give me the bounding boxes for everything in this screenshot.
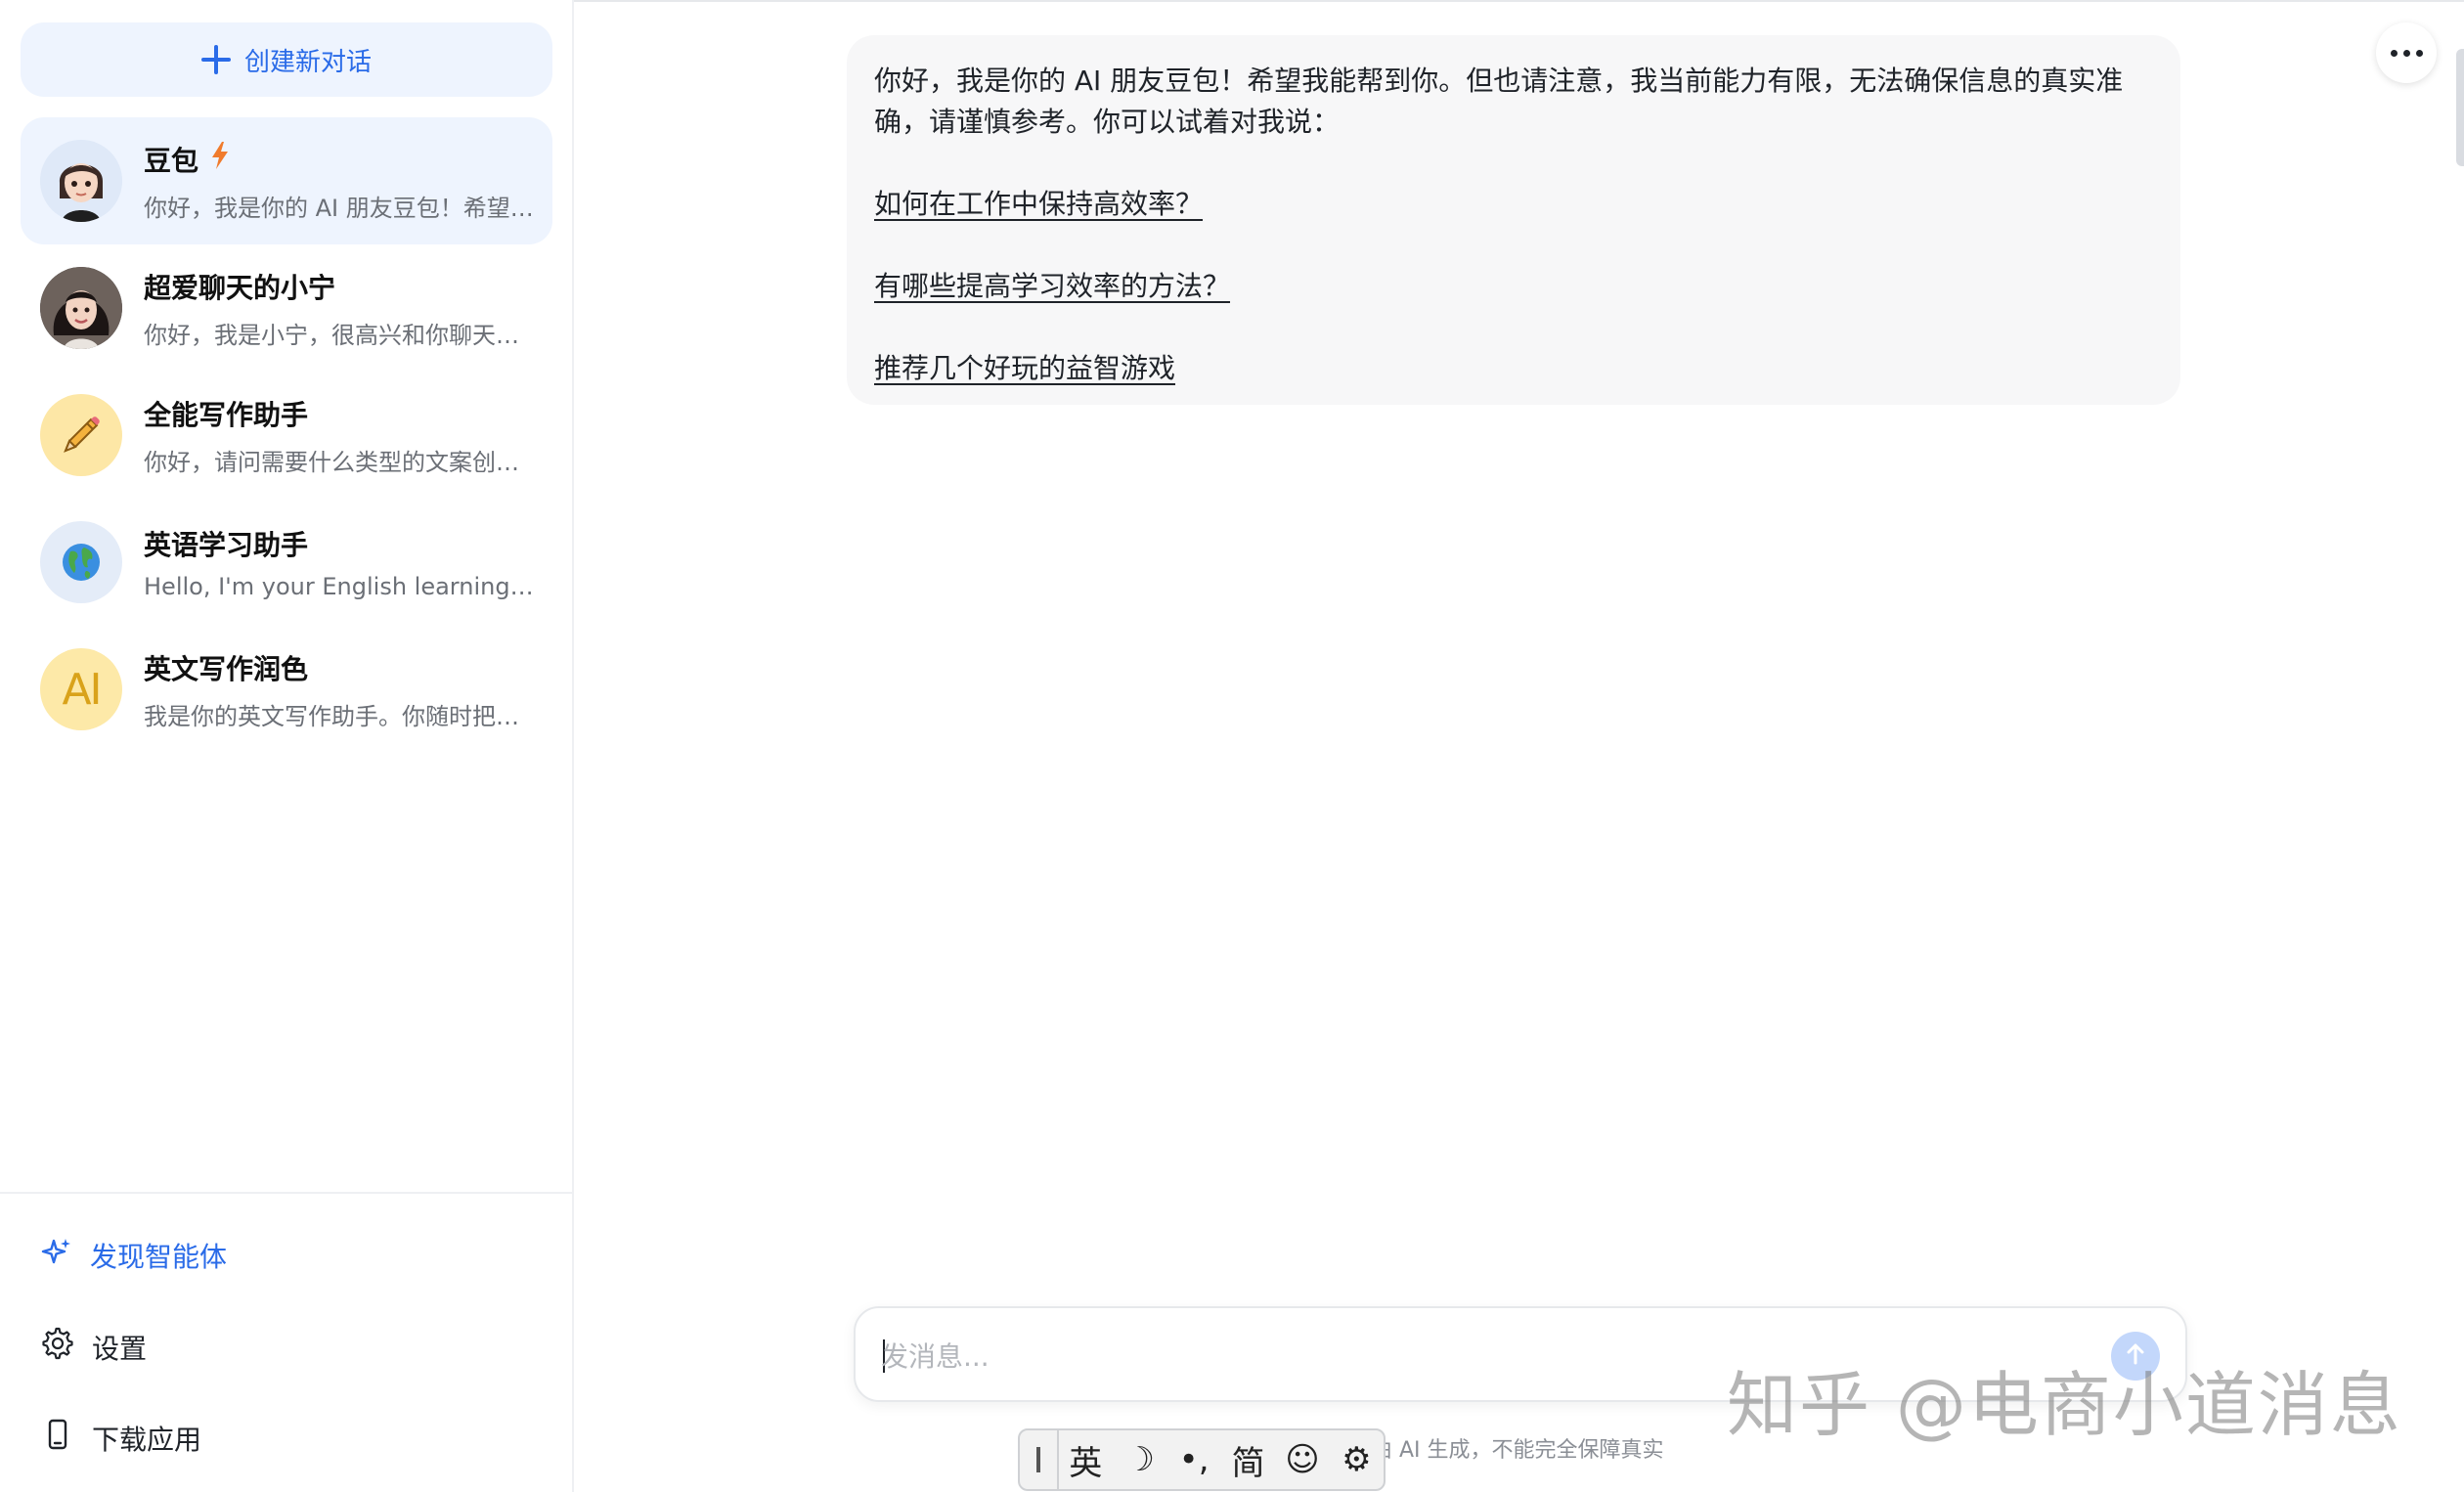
ime-simplified-toggle[interactable]: 简	[1221, 1430, 1275, 1489]
ai-disclaimer: 容由 AI 生成，不能完全保障真实	[1349, 1438, 1664, 1463]
punctuation-icon[interactable]: •,	[1166, 1430, 1220, 1489]
more-dot-icon	[2415, 49, 2423, 57]
ai-text-icon-label: AI	[62, 664, 102, 715]
conversation-preview: 你好，我是小宁，很高兴和你聊天…	[144, 321, 519, 349]
settings-label: 设置	[92, 1332, 148, 1365]
xiaoning-avatar	[40, 267, 122, 349]
download-app-label: 下载应用	[92, 1423, 202, 1456]
conversation-title: 英语学习助手	[144, 529, 309, 561]
assistant-message: 你好，我是你的 AI 朋友豆包！希望我能帮到你。但也请注意，我当前能力有限，无法…	[847, 35, 2180, 405]
conversation-item-doubao[interactable]: 豆包 你好，我是你的 AI 朋友豆包！希望…	[21, 117, 552, 244]
conversation-preview: Hello, I'm your English learning ass…	[144, 573, 535, 600]
plus-icon	[200, 45, 231, 74]
side-panel-handle[interactable]	[2456, 49, 2464, 166]
conversation-title: 全能写作助手	[144, 398, 309, 431]
settings-link[interactable]: 设置	[41, 1327, 147, 1367]
more-options-button[interactable]	[2376, 22, 2437, 83]
conversation-item-writing-assistant[interactable]: 全能写作助手 你好，请问需要什么类型的文案创…	[21, 372, 552, 499]
pencil-icon	[40, 394, 122, 476]
conversation-title: 超爱聊天的小宁	[144, 271, 336, 304]
lightning-icon	[210, 142, 230, 176]
globe-icon	[40, 521, 122, 603]
sidebar-divider	[0, 1192, 574, 1194]
new-chat-label: 创建新对话	[243, 47, 372, 77]
sparkle-icon	[41, 1237, 72, 1275]
new-chat-button[interactable]: 创建新对话	[21, 22, 552, 97]
ai-text-icon: AI	[40, 648, 122, 730]
emoji-icon[interactable]: ☺	[1275, 1430, 1329, 1489]
ime-english-toggle[interactable]: 英	[1059, 1430, 1113, 1489]
suggestion-link[interactable]: 有哪些提高学习效率的方法？	[874, 266, 2153, 307]
ime-drag-handle[interactable]	[1020, 1430, 1059, 1489]
conversation-preview: 你好，请问需要什么类型的文案创…	[144, 448, 519, 476]
conversation-item-xiaoning[interactable]: 超爱聊天的小宁 你好，我是小宁，很高兴和你聊天…	[21, 244, 552, 372]
doubao-avatar	[40, 140, 122, 222]
conversation-item-english-assistant[interactable]: 英语学习助手 Hello, I'm your English learning …	[21, 499, 552, 626]
watermark: 知乎 @电商小道消息	[1727, 1364, 2402, 1446]
gear-icon	[41, 1327, 74, 1367]
suggestion-link[interactable]: 如何在工作中保持高效率？	[874, 184, 2153, 225]
sidebar: 创建新对话 豆包 你好，我是你的 AI 朋友豆包！希望… 超爱聊天的小宁 你好，…	[0, 0, 574, 1492]
conversation-item-english-polish[interactable]: AI 英文写作润色 我是你的英文写作助手。你随时把…	[21, 626, 552, 753]
conversation-preview: 我是你的英文写作助手。你随时把…	[144, 702, 519, 730]
moon-icon[interactable]: ☽	[1113, 1430, 1166, 1489]
discover-agents-label: 发现智能体	[90, 1241, 228, 1273]
phone-icon	[41, 1418, 74, 1458]
conversation-title: 英文写作润色	[144, 652, 309, 685]
more-dot-icon	[2390, 49, 2398, 57]
discover-agents-link[interactable]: 发现智能体	[41, 1236, 227, 1275]
ime-toolbar: 英 ☽ •, 简 ☺ ⚙	[1018, 1428, 1386, 1491]
conversation-list: 豆包 你好，我是你的 AI 朋友豆包！希望… 超爱聊天的小宁 你好，我是小宁，很…	[21, 117, 552, 753]
more-dot-icon	[2402, 49, 2410, 57]
conversation-preview: 你好，我是你的 AI 朋友豆包！希望…	[144, 194, 534, 222]
download-app-link[interactable]: 下载应用	[41, 1418, 201, 1458]
ime-gear-icon[interactable]: ⚙	[1330, 1430, 1384, 1489]
suggestion-link[interactable]: 推荐几个好玩的益智游戏	[874, 348, 2153, 389]
conversation-title: 豆包	[144, 144, 199, 177]
message-intro: 你好，我是你的 AI 朋友豆包！希望我能帮到你。但也请注意，我当前能力有限，无法…	[874, 65, 2124, 138]
